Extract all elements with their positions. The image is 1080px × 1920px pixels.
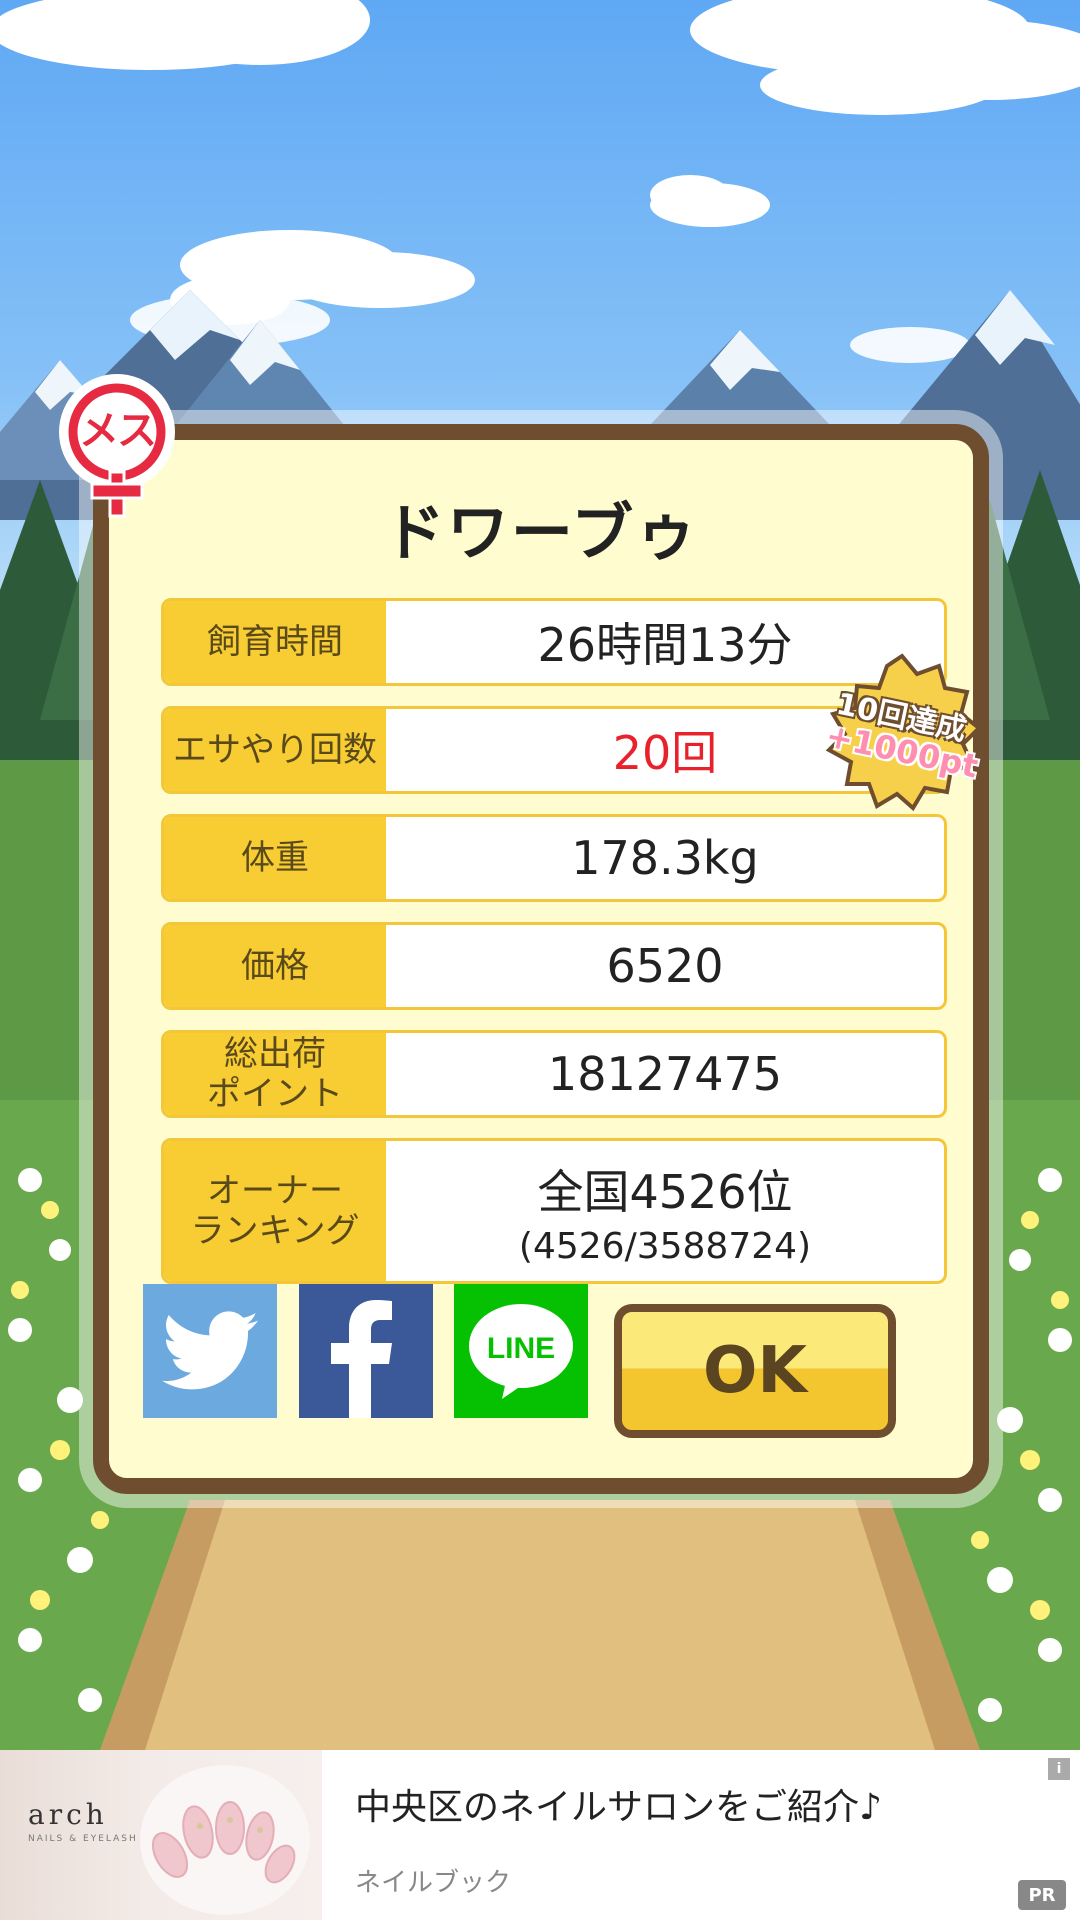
stat-label: 飼育時間 [164, 601, 386, 683]
stat-label-line1: 総出荷 [224, 1034, 326, 1074]
achievement-badge: 10回達成 +1000pt [817, 652, 987, 812]
ad-brand: arch [28, 1798, 108, 1831]
ranking-value: 全国4526位 [537, 1164, 793, 1219]
stat-label: 体重 [164, 817, 386, 899]
stat-value: 18127475 [547, 1047, 783, 1101]
stat-value: 全国4526位 (4526/3588724) [386, 1141, 944, 1281]
facebook-share-button[interactable] [299, 1284, 433, 1418]
line-share-button[interactable]: LINE [454, 1284, 588, 1418]
pet-name: ドワーブゥ [382, 496, 700, 569]
stat-value: 6520 [606, 939, 724, 993]
stat-label-line2: ランキング [190, 1211, 360, 1251]
stat-label: 総出荷 ポイント [164, 1033, 386, 1115]
ad-title[interactable]: 中央区のネイルサロンをご紹介♪ [355, 1778, 882, 1830]
ok-button[interactable]: OK [614, 1304, 896, 1438]
ad-pr-badge: PR [1018, 1880, 1066, 1910]
stat-row-total-points: 総出荷 ポイント 18127475 [161, 1030, 947, 1118]
stat-value: 178.3kg [571, 831, 759, 885]
twitter-share-button[interactable] [143, 1284, 277, 1418]
ad-info-icon[interactable]: i [1048, 1758, 1070, 1780]
stat-label: オーナー ランキング [164, 1141, 386, 1281]
facebook-icon [331, 1300, 392, 1418]
female-badge: メス [52, 372, 182, 522]
line-label: LINE [487, 1332, 555, 1365]
stat-label-line2: ポイント [207, 1074, 343, 1114]
line-icon: LINE [469, 1304, 573, 1399]
stat-label: エサやり回数 [164, 709, 386, 791]
nail-art-illustration [140, 1765, 310, 1915]
stat-label: 価格 [164, 925, 386, 1007]
ad-banner[interactable]: arch NAILS & EYELASH 中央区のネイルサロンをご紹介♪ ネイル… [0, 1750, 1080, 1920]
ad-image[interactable]: arch NAILS & EYELASH [0, 1750, 322, 1920]
gender-label: メス [79, 408, 157, 454]
stat-row-owner-ranking: オーナー ランキング 全国4526位 (4526/3588724) [161, 1138, 947, 1284]
ad-source: ネイルブック [355, 1868, 512, 1898]
ad-brand-sub: NAILS & EYELASH [28, 1834, 138, 1844]
stat-label-line1: オーナー [206, 1171, 343, 1211]
stat-row-weight: 体重 178.3kg [161, 814, 947, 902]
twitter-icon [162, 1311, 258, 1390]
stat-row-price: 価格 6520 [161, 922, 947, 1010]
ranking-sub-value: (4526/3588724) [518, 1225, 812, 1267]
